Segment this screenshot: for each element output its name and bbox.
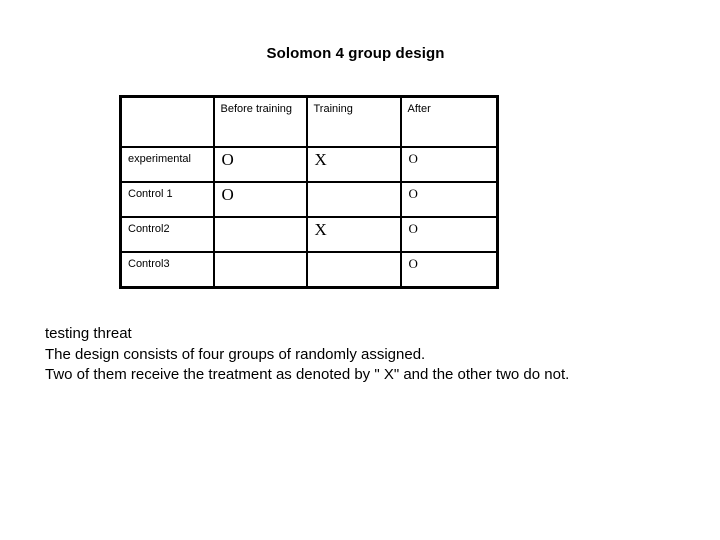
- page-title: Solomon 4 group design: [266, 45, 445, 62]
- table-header-cell-before-training: Before training: [212, 95, 308, 148]
- solomon-design-table: Before training Training After experimen…: [119, 95, 499, 289]
- row-label-cell: experimental: [119, 146, 215, 183]
- row-label-cell: Control 1: [119, 181, 215, 218]
- cell-training: X: [305, 146, 402, 183]
- table-header-cell-training: Training: [305, 95, 402, 148]
- row-label-control-2: Control2: [128, 223, 170, 235]
- cell-after: O: [399, 251, 499, 289]
- observation-mark: [215, 218, 306, 221]
- cell-after: O: [399, 181, 499, 218]
- treatment-mark: [308, 183, 400, 186]
- table-row: Control 1 O O: [119, 181, 499, 218]
- body-line-1: testing threat: [45, 325, 132, 342]
- cell-before-training: [212, 251, 308, 289]
- row-label-experimental: experimental: [128, 153, 191, 165]
- table-header-row: Before training Training After: [119, 95, 499, 148]
- table-header-cell-blank: [119, 95, 215, 148]
- observation-mark: O: [408, 151, 418, 166]
- table-row: Control3 O: [119, 251, 499, 289]
- body-paragraph: testing threat The design consists of fo…: [45, 324, 705, 386]
- observation-mark: O: [221, 185, 234, 204]
- treatment-mark: [308, 253, 400, 256]
- column-header-blank: [122, 98, 213, 103]
- cell-after: O: [399, 216, 499, 253]
- cell-training: [305, 181, 402, 218]
- column-header-after: After: [407, 103, 431, 115]
- table-row: experimental O X O: [119, 146, 499, 183]
- cell-after: O: [399, 146, 499, 183]
- observation-mark: O: [408, 186, 418, 201]
- treatment-mark: X: [314, 150, 327, 169]
- observation-mark: O: [221, 150, 234, 169]
- observation-mark: O: [408, 256, 418, 271]
- table-header-cell-after: After: [399, 95, 499, 148]
- cell-before-training: O: [212, 181, 308, 218]
- row-label-cell: Control2: [119, 216, 215, 253]
- observation-mark: [215, 253, 306, 256]
- cell-before-training: O: [212, 146, 308, 183]
- cell-before-training: [212, 216, 308, 253]
- treatment-mark: X: [314, 220, 327, 239]
- row-label-cell: Control3: [119, 251, 215, 289]
- body-line-3: Two of them receive the treatment as den…: [45, 366, 570, 383]
- column-header-training: Training: [313, 103, 353, 115]
- cell-training: X: [305, 216, 402, 253]
- column-header-before-training: Before training: [220, 103, 293, 115]
- body-line-2: The design consists of four groups of ra…: [45, 345, 426, 363]
- table-row: Control2 X O: [119, 216, 499, 253]
- observation-mark: O: [408, 221, 418, 236]
- row-label-control-1: Control 1: [128, 188, 173, 200]
- cell-training: [305, 251, 402, 289]
- row-label-control-3: Control3: [128, 258, 170, 270]
